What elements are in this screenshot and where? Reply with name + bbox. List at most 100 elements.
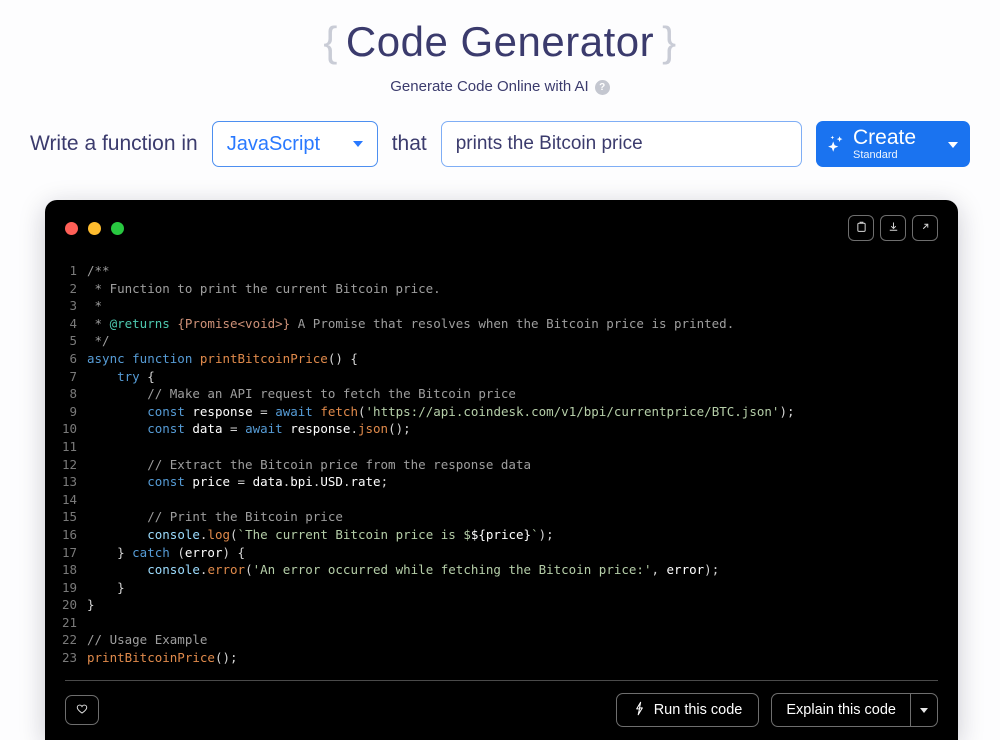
form-label-middle: that [391, 132, 427, 156]
code-line: 13 const price = data.bpi.USD.rate; [45, 473, 958, 491]
code-line: 6 async function printBitcoinPrice() { [45, 350, 958, 368]
lightning-icon [633, 701, 646, 720]
run-code-button[interactable]: Run this code [615, 693, 760, 727]
run-code-label: Run this code [653, 702, 743, 718]
help-icon[interactable]: ? [594, 80, 610, 96]
generator-form: Write a function in JavaScript that Crea… [0, 121, 1000, 168]
download-button[interactable] [880, 215, 906, 241]
code-text: // Make an API request to fetch the Bitc… [87, 386, 516, 402]
code-panel-titlebar [45, 200, 958, 256]
code-line: 11 [45, 438, 958, 456]
favorite-button[interactable] [65, 695, 99, 725]
code-line: 3 * [45, 297, 958, 315]
line-number: 20 [61, 597, 77, 613]
line-number: 1 [69, 263, 77, 278]
code-generator-page: {Code Generator} Generate Code Online wi… [0, 0, 1000, 740]
create-chevron-down-icon[interactable] [948, 142, 958, 149]
create-button-label: Create [853, 126, 917, 150]
code-line: 17 } catch (error) { [45, 544, 958, 562]
window-close-dot[interactable] [65, 221, 78, 235]
line-number: 17 [61, 544, 77, 560]
page-title: {Code Generator} [0, 18, 1000, 66]
code-line: 9 const response = await fetch('https://… [45, 403, 958, 421]
code-line: 12 // Extract the Bitcoin price from the… [45, 456, 958, 474]
code-line: 16 console.log(`The current Bitcoin pric… [45, 526, 958, 544]
line-number: 15 [61, 509, 77, 525]
page-subtitle-text: Generate Code Online with AI [390, 78, 589, 96]
language-select-value: JavaScript [226, 132, 321, 155]
download-icon [887, 220, 900, 236]
line-number: 21 [61, 614, 77, 630]
code-text: console.error('An error occurred while f… [147, 562, 720, 578]
title-brace-left: { [323, 18, 338, 65]
code-line: 19 } [45, 579, 958, 597]
code-text: * @returns {Promise<void>} A Promise tha… [87, 315, 735, 331]
line-number: 22 [61, 632, 77, 648]
code-line: 2 * Function to print the current Bitcoi… [45, 280, 958, 298]
open-external-button[interactable] [912, 215, 938, 241]
line-number: 16 [61, 526, 77, 542]
code-text: // Print the Bitcoin price [87, 509, 343, 525]
line-number: 18 [61, 562, 77, 578]
code-line: 14 [45, 491, 958, 509]
code-text: printBitcoinPrice(); [87, 650, 238, 666]
line-number: 5 [69, 333, 77, 349]
create-button-labels: Create Standard [853, 127, 916, 161]
code-line: 15 // Print the Bitcoin price [45, 508, 958, 526]
code-line: 10 const data = await response.json(); [45, 420, 958, 438]
code-line: 21 [45, 614, 958, 632]
line-number: 14 [61, 491, 77, 507]
explain-code-button[interactable]: Explain this code [771, 693, 910, 727]
window-controls [65, 221, 124, 235]
code-text: const response = await fetch('https://ap… [147, 403, 795, 419]
line-number: 11 [61, 438, 77, 454]
line-number: 6 [69, 350, 77, 366]
code-text: const price = data.bpi.USD.rate; [147, 474, 389, 490]
line-number: 8 [69, 386, 77, 402]
code-text: } [87, 579, 125, 595]
code-text: console.log(`The current Bitcoin price i… [147, 526, 554, 542]
code-panel-footer: Run this code Explain this code [45, 681, 958, 739]
code-line: 5 */ [45, 332, 958, 350]
code-text: const data = await response.json(); [147, 421, 411, 437]
code-text: } [87, 597, 95, 613]
line-number: 13 [61, 474, 77, 490]
code-line: 20} [45, 596, 958, 614]
chevron-down-icon [920, 707, 928, 713]
code-line: 23 printBitcoinPrice(); [45, 649, 958, 667]
code-line: 18 console.error('An error occurred whil… [45, 561, 958, 579]
line-number: 3 [69, 298, 77, 314]
line-number: 19 [61, 579, 77, 595]
line-number: 10 [61, 421, 77, 437]
code-panel: 1 /** 2 * Function to print the current B… [45, 200, 958, 740]
code-text: } catch (error) { [87, 544, 246, 560]
chevron-down-icon [352, 141, 363, 148]
footer-actions: Run this code Explain this code [615, 693, 938, 727]
code-text: async function printBitcoinPrice() { [87, 350, 358, 366]
code-text: // Usage Example [87, 632, 208, 648]
code-text: /** [87, 263, 110, 278]
code-text: // Extract the Bitcoin price from the re… [87, 456, 532, 472]
code-text: * [87, 298, 103, 314]
window-maximize-dot[interactable] [111, 221, 124, 235]
prompt-input[interactable] [440, 121, 802, 168]
title-brace-right: } [662, 18, 677, 65]
page-subtitle: Generate Code Online with AI ? [0, 78, 1000, 96]
code-line: 7 try { [45, 368, 958, 386]
code-text: * Function to print the current Bitcoin … [87, 280, 441, 296]
code-editor[interactable]: 1 /** 2 * Function to print the current B… [45, 256, 958, 680]
code-line: 8 // Make an API request to fetch the Bi… [45, 385, 958, 403]
create-button[interactable]: Create Standard [816, 121, 970, 168]
line-number: 7 [69, 368, 77, 384]
code-text: */ [87, 333, 110, 349]
code-line: 4 * @returns {Promise<void>} A Promise t… [45, 315, 958, 333]
explain-code-dropdown-button[interactable] [910, 693, 938, 727]
create-button-sublabel: Standard [853, 149, 898, 162]
copy-icon [855, 220, 868, 236]
copy-button[interactable] [848, 215, 874, 241]
language-select[interactable]: JavaScript [211, 121, 378, 168]
window-minimize-dot[interactable] [88, 221, 101, 235]
line-number: 2 [69, 280, 77, 296]
